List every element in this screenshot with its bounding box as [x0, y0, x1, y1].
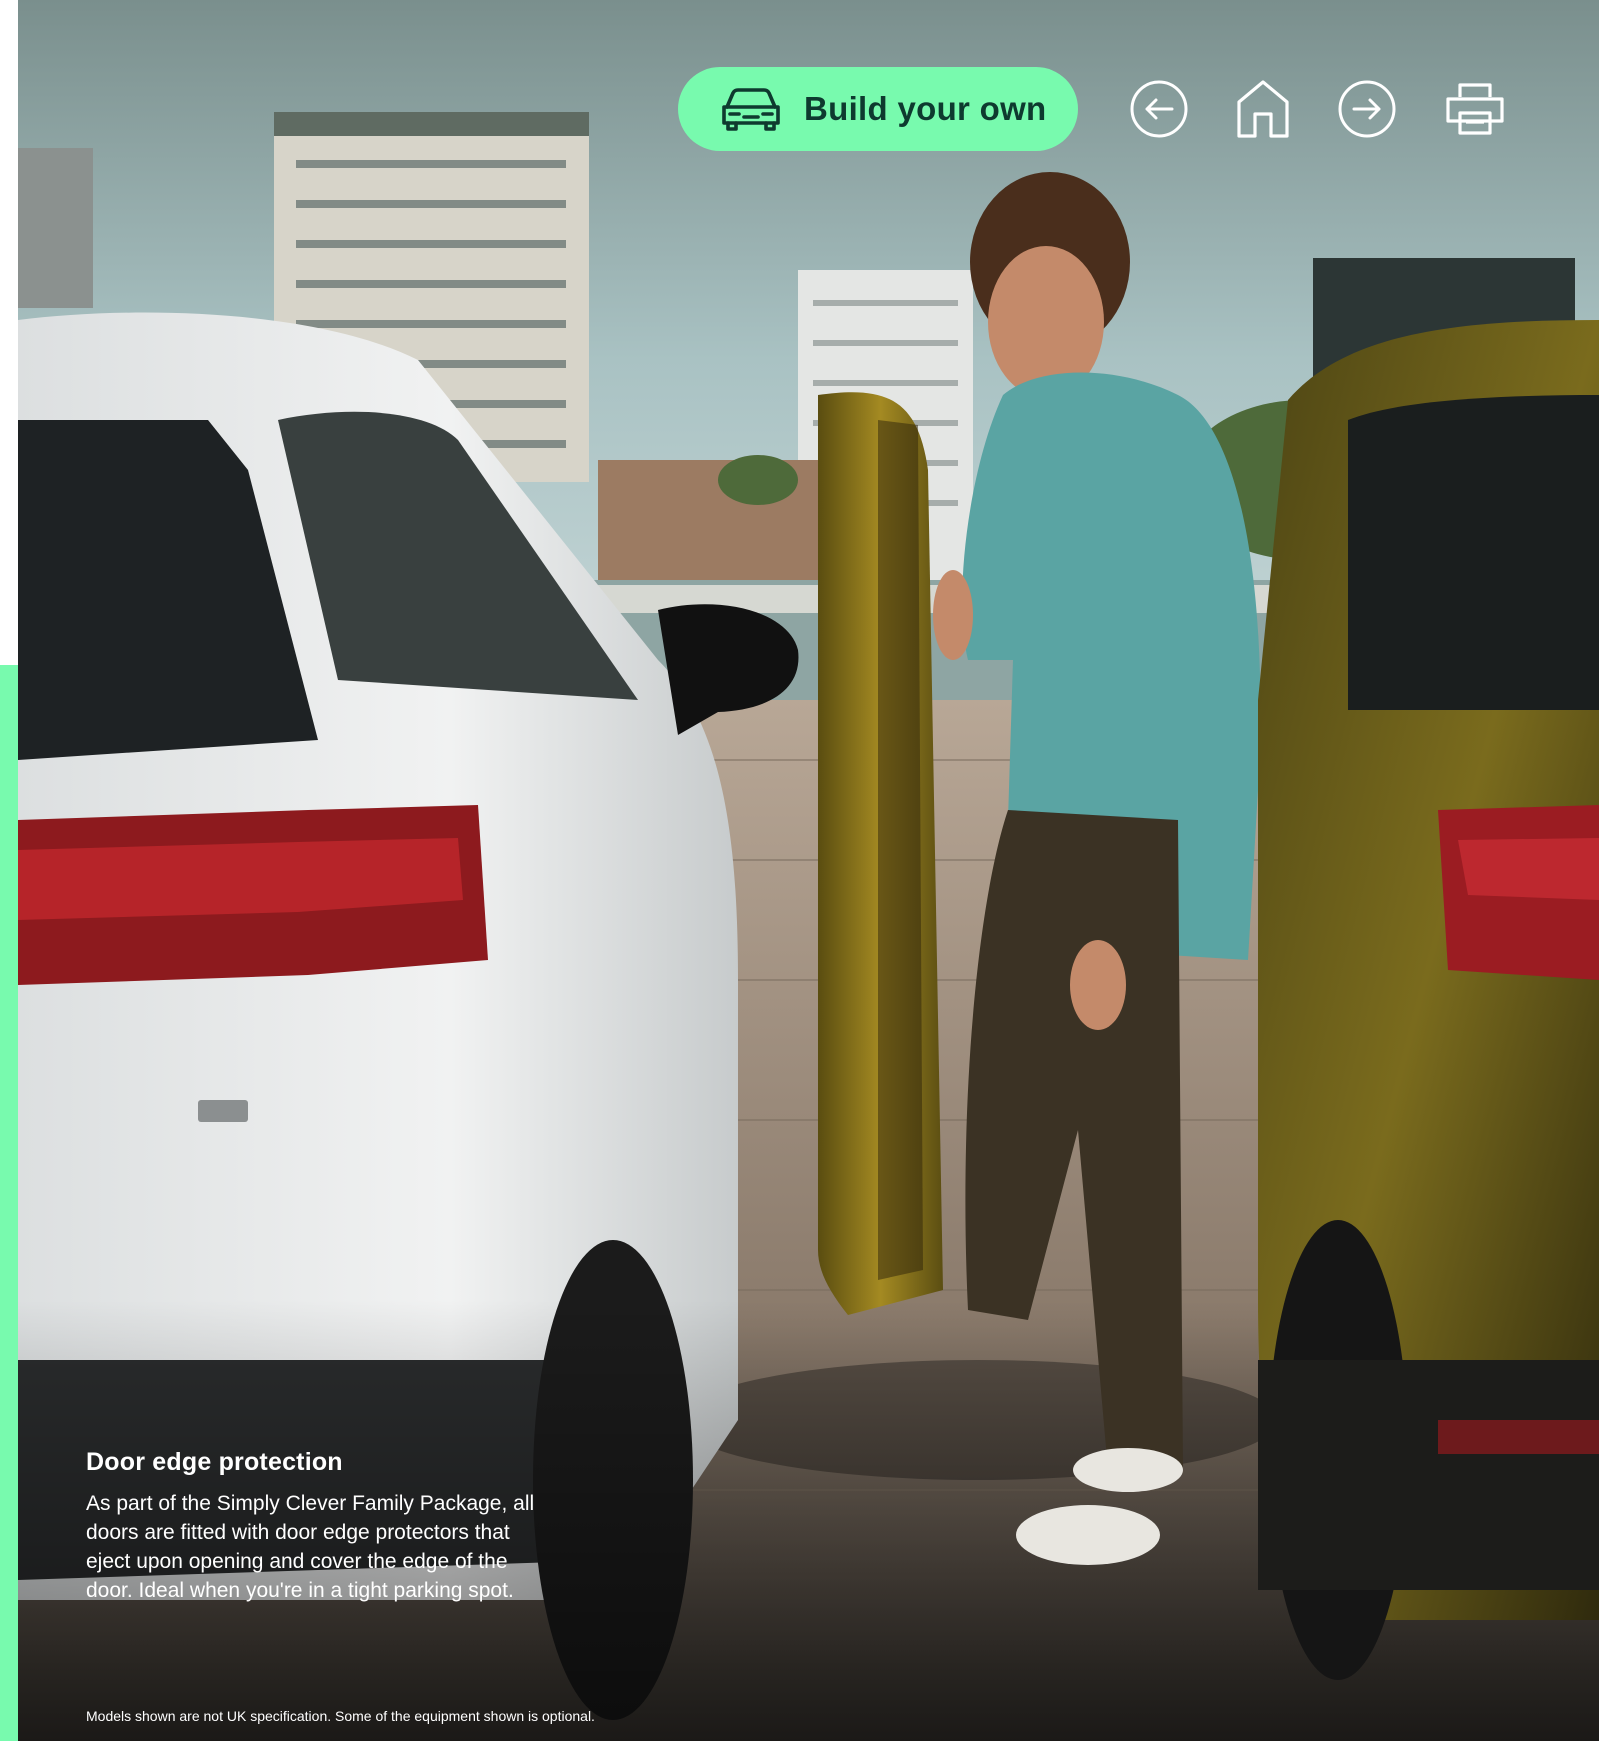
feature-title: Door edge protection [86, 1448, 343, 1476]
accent-bar [0, 665, 18, 1741]
build-your-own-label: Build your own [804, 90, 1047, 127]
car-front-icon [720, 85, 784, 133]
brochure-page: Build your own Door edge protection As p… [0, 0, 1599, 1741]
build-your-own-button[interactable]: Build your own [678, 67, 1078, 151]
home-icon[interactable] [1232, 78, 1294, 140]
printer-icon[interactable] [1444, 78, 1506, 140]
disclaimer-text: Models shown are not UK specification. S… [86, 1708, 595, 1724]
feature-description: As part of the Simply Clever Family Pack… [86, 1492, 535, 1602]
feature-caption: Door edge protection As part of the Simp… [86, 1448, 546, 1605]
arrow-right-circle-icon[interactable] [1336, 78, 1398, 140]
arrow-left-circle-icon[interactable] [1128, 78, 1190, 140]
